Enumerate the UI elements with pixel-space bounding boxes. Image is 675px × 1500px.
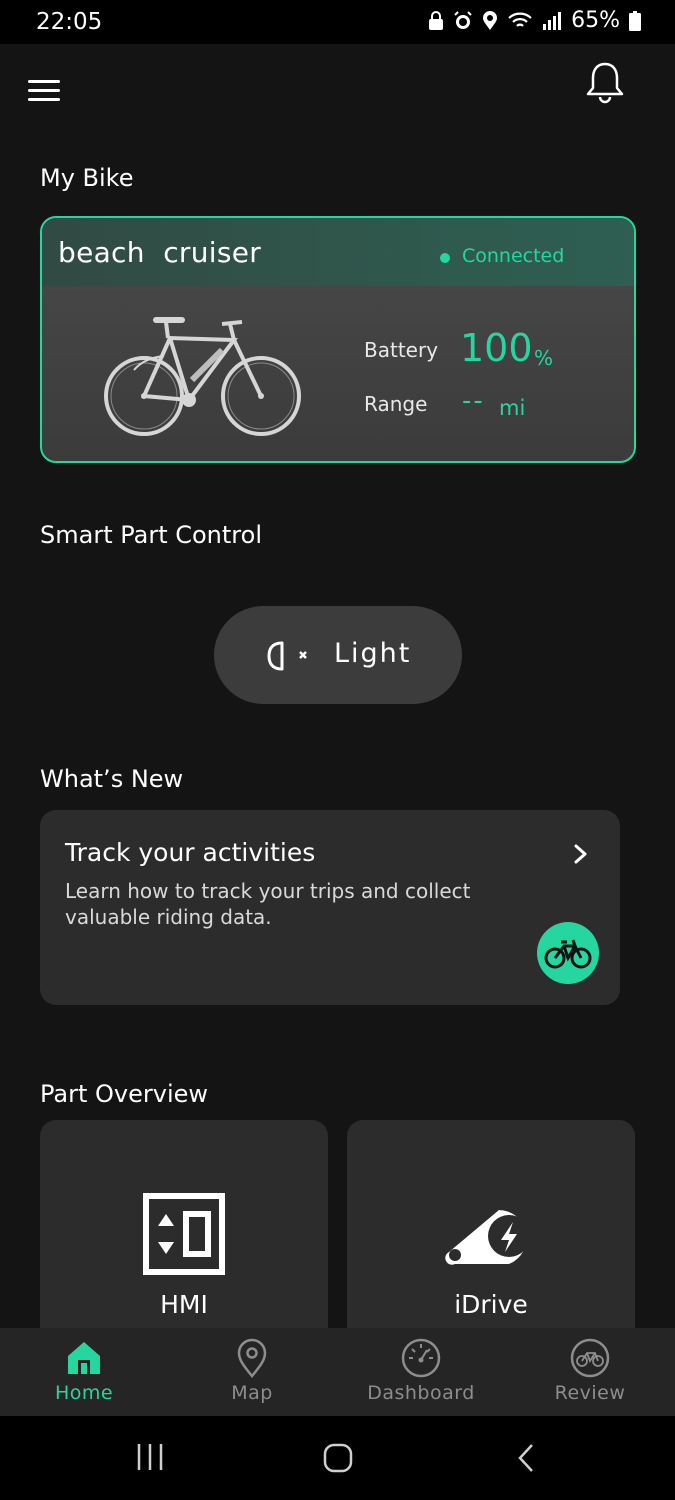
bicycle-icon — [570, 1338, 610, 1378]
battery-value: 100 — [460, 326, 533, 370]
lock-icon — [428, 10, 444, 31]
alarm-icon — [453, 10, 473, 31]
home-icon — [64, 1338, 104, 1378]
battery-percent: 65% — [571, 8, 620, 33]
battery-label: Battery — [364, 338, 439, 362]
drive-motor-icon — [439, 1200, 543, 1270]
light-label: Light — [334, 638, 412, 669]
hamburger-menu-icon[interactable] — [28, 80, 60, 104]
speedometer-icon — [401, 1338, 441, 1378]
nav-label-home: Home — [54, 1382, 114, 1404]
bottom-navigation: Home Map Dashboard Review — [0, 1328, 675, 1416]
signal-icon — [542, 11, 562, 31]
nav-item-dashboard[interactable]: Dashboard — [337, 1328, 505, 1416]
nav-item-map[interactable]: Map — [168, 1328, 336, 1416]
bell-icon[interactable] — [584, 60, 626, 104]
nav-label-map: Map — [231, 1382, 273, 1404]
hmi-display-icon — [142, 1192, 226, 1276]
range-label: Range — [364, 392, 428, 416]
status-bar: 22:05 65% — [0, 0, 675, 44]
part-card-idrive[interactable]: iDrive — [347, 1120, 635, 1350]
part-card-hmi[interactable]: HMI — [40, 1120, 328, 1350]
status-time: 22:05 — [36, 9, 103, 35]
status-icons: 65% — [428, 8, 641, 33]
news-card-description: Learn how to track your trips and collec… — [65, 879, 471, 929]
system-navigation-bar — [0, 1416, 675, 1500]
nav-item-home[interactable]: Home — [0, 1328, 168, 1416]
battery-icon — [629, 10, 641, 31]
nav-label-review: Review — [554, 1382, 626, 1404]
battery-unit: % — [534, 346, 554, 370]
back-icon[interactable] — [514, 1442, 538, 1474]
nav-label-dashboard: Dashboard — [367, 1382, 475, 1404]
map-pin-icon — [232, 1338, 272, 1378]
recent-apps-icon[interactable] — [134, 1442, 166, 1472]
part-label-hmi: HMI — [160, 1290, 208, 1319]
part-overview-title: Part Overview — [40, 1080, 208, 1108]
home-button-icon[interactable] — [322, 1442, 354, 1474]
connection-status: Connected — [462, 245, 565, 267]
bike-card[interactable]: beach cruiser Connected Battery 100 % Ra… — [40, 216, 636, 463]
connection-status-dot — [440, 253, 450, 263]
chevron-right-icon — [572, 842, 590, 866]
range-value: -- — [462, 386, 485, 416]
smart-part-control-title: Smart Part Control — [40, 521, 262, 549]
bike-name: beach cruiser — [58, 236, 262, 269]
headlight-off-icon — [266, 639, 310, 673]
bicycle-icon — [537, 922, 599, 984]
track-activities-card[interactable]: Track your activities Learn how to track… — [40, 810, 620, 1005]
light-toggle-button[interactable]: Light — [214, 606, 462, 704]
my-bike-title: My Bike — [40, 164, 134, 192]
news-card-title: Track your activities — [65, 838, 316, 867]
bike-image — [94, 310, 314, 440]
bike-card-header: beach cruiser Connected — [42, 218, 634, 286]
location-icon — [482, 10, 498, 31]
range-unit: mi — [499, 396, 526, 420]
whats-new-title: What’s New — [40, 765, 184, 793]
part-label-idrive: iDrive — [454, 1290, 528, 1319]
wifi-icon — [507, 11, 533, 31]
nav-item-review[interactable]: Review — [506, 1328, 674, 1416]
